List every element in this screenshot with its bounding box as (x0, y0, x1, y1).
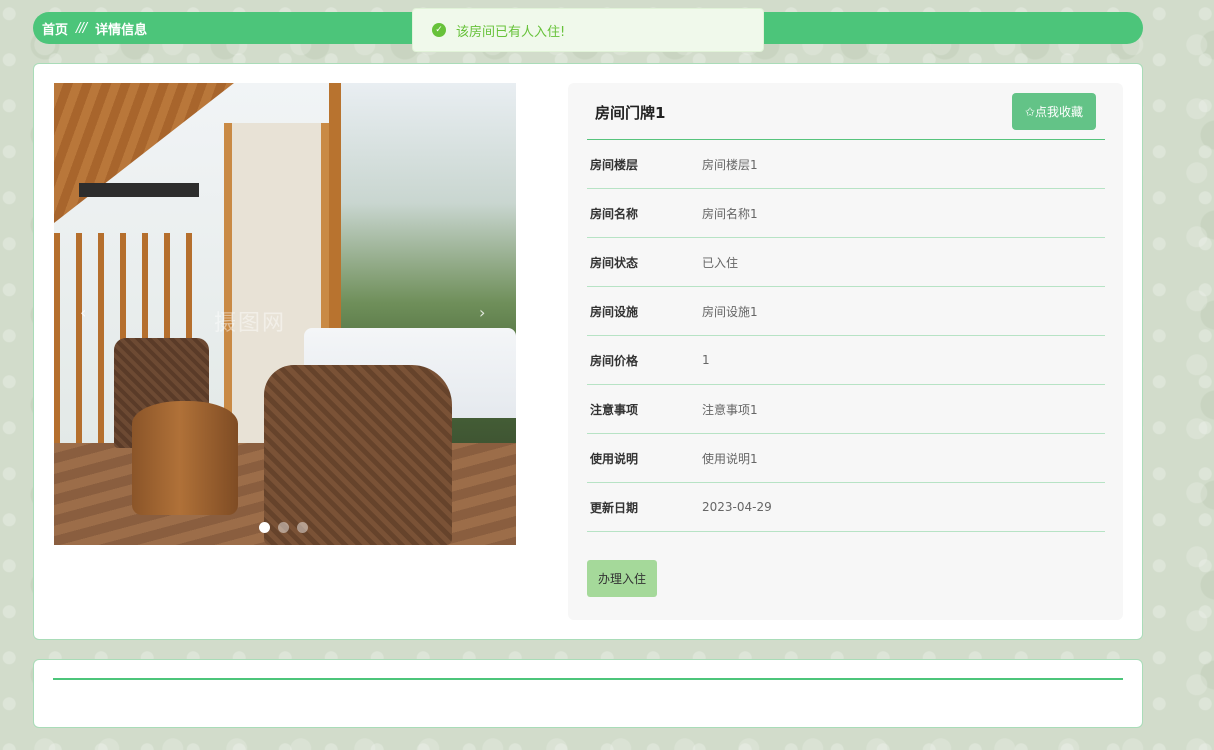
field-row-instructions: 使用说明 使用说明1 (587, 434, 1105, 483)
field-value: 1 (702, 353, 710, 367)
breadcrumb-home-link[interactable]: 首页 (42, 19, 68, 38)
room-detail-card: 摄图网 ‹ › 房间门牌1 ✩点我收藏 房间楼层 房间楼层1 房间名称 房间名称… (33, 63, 1143, 640)
breadcrumb-separator: /// (76, 20, 87, 36)
room-fields: 房间楼层 房间楼层1 房间名称 房间名称1 房间状态 已入住 房间设施 房间设施… (587, 140, 1105, 532)
carousel-dot-1[interactable] (259, 522, 270, 533)
field-value: 房间楼层1 (702, 157, 758, 172)
divider (53, 678, 1123, 680)
success-check-icon: ✓ (432, 23, 446, 37)
checkin-button[interactable]: 办理入住 (587, 560, 657, 597)
field-row-price: 房间价格 1 (587, 336, 1105, 385)
field-label: 注意事项 (590, 402, 639, 417)
field-label: 使用说明 (590, 451, 639, 466)
favorite-button[interactable]: ✩点我收藏 (1012, 93, 1096, 130)
room-image-carousel[interactable]: 摄图网 ‹ › (54, 83, 516, 545)
field-value: 房间名称1 (702, 206, 758, 221)
room-photo-stool (132, 401, 238, 515)
field-row-floor: 房间楼层 房间楼层1 (587, 140, 1105, 189)
carousel-indicators (259, 522, 308, 533)
field-row-name: 房间名称 房间名称1 (587, 189, 1105, 238)
chevron-right-icon[interactable]: › (479, 303, 485, 322)
room-photo-armchair (264, 365, 452, 545)
success-toast: ✓ 该房间已有人入住! (412, 8, 764, 52)
field-label: 房间名称 (590, 206, 639, 221)
field-value: 房间设施1 (702, 304, 758, 319)
room-info-header: 房间门牌1 ✩点我收藏 (587, 83, 1105, 140)
field-label: 房间状态 (590, 255, 639, 270)
carousel-dot-3[interactable] (297, 522, 308, 533)
room-photo-lamp (79, 183, 199, 197)
room-photo-ceiling (54, 83, 234, 223)
chevron-left-icon[interactable]: ‹ (80, 303, 86, 322)
field-row-notes: 注意事项 注意事项1 (587, 385, 1105, 434)
field-value: 使用说明1 (702, 451, 758, 466)
field-label: 房间价格 (590, 353, 639, 368)
room-title: 房间门牌1 (595, 104, 666, 122)
field-row-status: 房间状态 已入住 (587, 238, 1105, 287)
field-value: 已入住 (702, 255, 739, 270)
field-label: 房间楼层 (590, 157, 639, 172)
image-watermark: 摄图网 (214, 311, 287, 336)
field-row-facilities: 房间设施 房间设施1 (587, 287, 1105, 336)
toast-message: 该房间已有人入住! (456, 24, 566, 40)
comments-card (33, 659, 1143, 728)
field-row-updated: 更新日期 2023-04-29 (587, 483, 1105, 532)
field-label: 更新日期 (590, 500, 639, 515)
field-value: 2023-04-29 (702, 500, 772, 514)
carousel-dot-2[interactable] (278, 522, 289, 533)
field-value: 注意事项1 (702, 402, 758, 417)
field-label: 房间设施 (590, 304, 639, 319)
breadcrumb-current: 详情信息 (95, 22, 148, 38)
room-info-panel: 房间门牌1 ✩点我收藏 房间楼层 房间楼层1 房间名称 房间名称1 房间状态 已… (568, 83, 1123, 620)
